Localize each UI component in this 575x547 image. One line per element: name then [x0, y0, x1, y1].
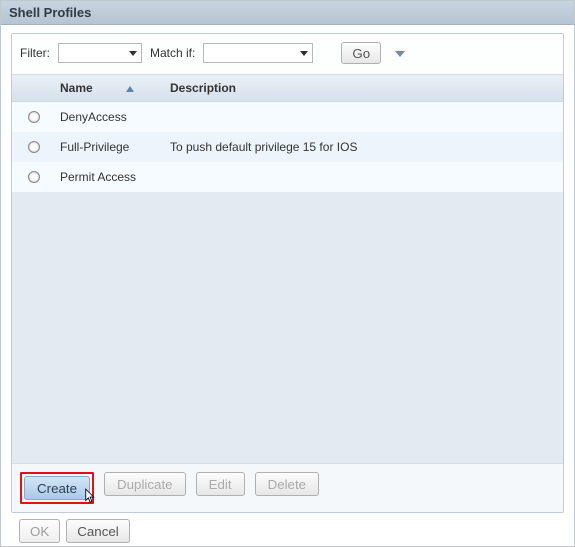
create-highlight: Create: [20, 472, 94, 504]
row-name: DenyAccess: [52, 104, 162, 130]
table-empty-space: [12, 192, 563, 463]
table-row[interactable]: Permit Access: [12, 162, 563, 192]
row-name: Full-Privilege: [52, 134, 162, 160]
match-if-select[interactable]: [203, 43, 313, 63]
row-radio[interactable]: [28, 171, 40, 183]
filter-label: Filter:: [20, 46, 50, 60]
options-dropdown-icon[interactable]: [395, 51, 405, 57]
action-bar: Create Duplicate Edit Delete: [12, 463, 563, 512]
ok-button[interactable]: OK: [19, 519, 60, 543]
row-description: To push default privilege 15 for IOS: [162, 134, 563, 160]
window: Shell Profiles Filter: Match if: Go Name: [0, 0, 575, 547]
filter-select[interactable]: [58, 43, 142, 63]
chevron-down-icon: [129, 51, 137, 56]
main-panel: Filter: Match if: Go Name Description: [11, 33, 564, 513]
go-button[interactable]: Go: [341, 42, 381, 64]
edit-button[interactable]: Edit: [196, 472, 245, 496]
duplicate-button[interactable]: Duplicate: [104, 472, 186, 496]
row-description: [162, 111, 563, 123]
filter-bar: Filter: Match if: Go: [12, 34, 563, 75]
match-if-label: Match if:: [150, 46, 195, 60]
table-body: DenyAccess Full-Privilege To push defaul…: [12, 102, 563, 192]
chevron-down-icon: [300, 51, 308, 56]
table-header: Name Description: [12, 75, 563, 102]
column-name[interactable]: Name: [52, 75, 162, 101]
column-select: [12, 75, 52, 101]
create-button[interactable]: Create: [24, 476, 90, 500]
column-description[interactable]: Description: [162, 75, 563, 101]
row-description: [162, 171, 563, 183]
row-radio[interactable]: [28, 141, 40, 153]
row-name: Permit Access: [52, 164, 162, 190]
table-row[interactable]: DenyAccess: [12, 102, 563, 132]
footer-bar: OK Cancel: [1, 513, 574, 543]
column-description-label: Description: [170, 81, 236, 95]
row-radio[interactable]: [28, 111, 40, 123]
table-row[interactable]: Full-Privilege To push default privilege…: [12, 132, 563, 162]
column-name-label: Name: [60, 81, 93, 95]
cancel-button[interactable]: Cancel: [66, 519, 130, 543]
sort-asc-icon: [126, 86, 134, 92]
delete-button[interactable]: Delete: [255, 472, 320, 496]
window-title: Shell Profiles: [1, 1, 574, 25]
